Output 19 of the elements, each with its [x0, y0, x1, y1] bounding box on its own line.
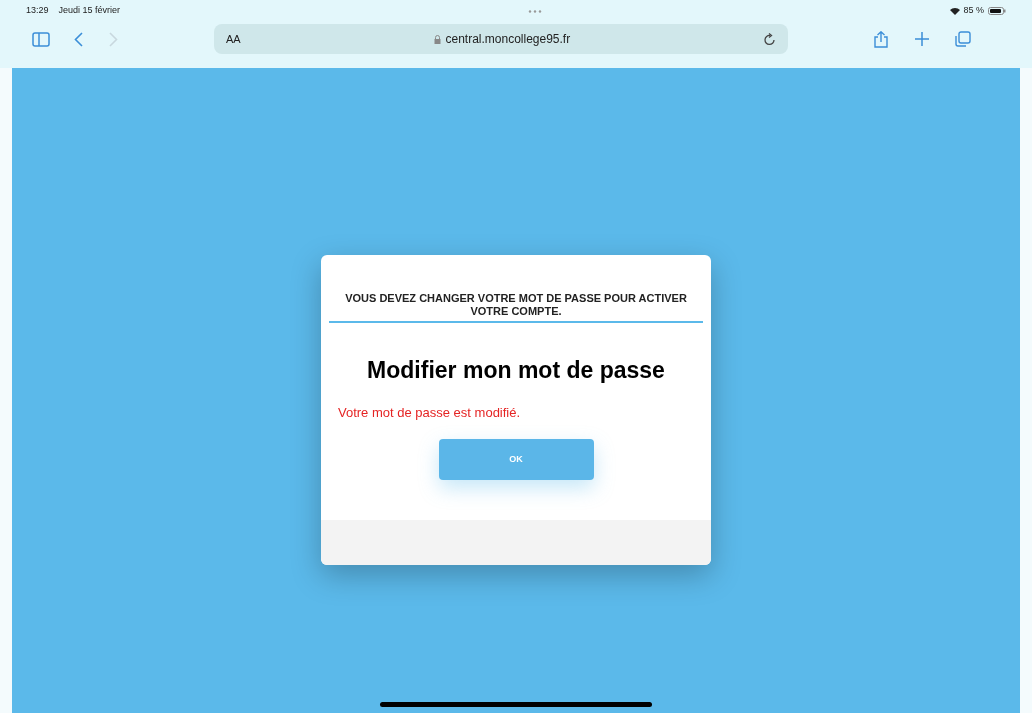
- url-text: central.moncollege95.fr: [445, 31, 571, 48]
- status-date: Jeudi 15 février: [58, 4, 121, 18]
- back-icon[interactable]: [74, 31, 83, 47]
- battery-percent: 85 %: [963, 4, 984, 18]
- share-icon[interactable]: [874, 30, 888, 48]
- status-time: 13:29: [26, 4, 49, 18]
- battery-icon: [988, 7, 1006, 15]
- sidebar-icon[interactable]: [32, 31, 50, 47]
- plus-icon[interactable]: [915, 32, 929, 46]
- text-size-button[interactable]: AA: [226, 30, 241, 48]
- dialog-notice: VOUS DEVEZ CHANGER VOTRE MOT DE PASSE POUR ACTIVER VOTRE COMPTE.: [329, 292, 703, 323]
- tabs-icon[interactable]: [955, 31, 971, 47]
- wifi-icon: [950, 7, 961, 15]
- success-message: Votre mot de passe est modifié.: [338, 403, 522, 422]
- dialog-title: Modifier mon mot de passe: [366, 356, 666, 385]
- reload-icon[interactable]: [764, 32, 776, 46]
- address-bar[interactable]: AA central.moncollege95.fr: [214, 24, 788, 54]
- multitasking-dots-icon: [528, 9, 543, 13]
- lock-icon: [434, 34, 442, 44]
